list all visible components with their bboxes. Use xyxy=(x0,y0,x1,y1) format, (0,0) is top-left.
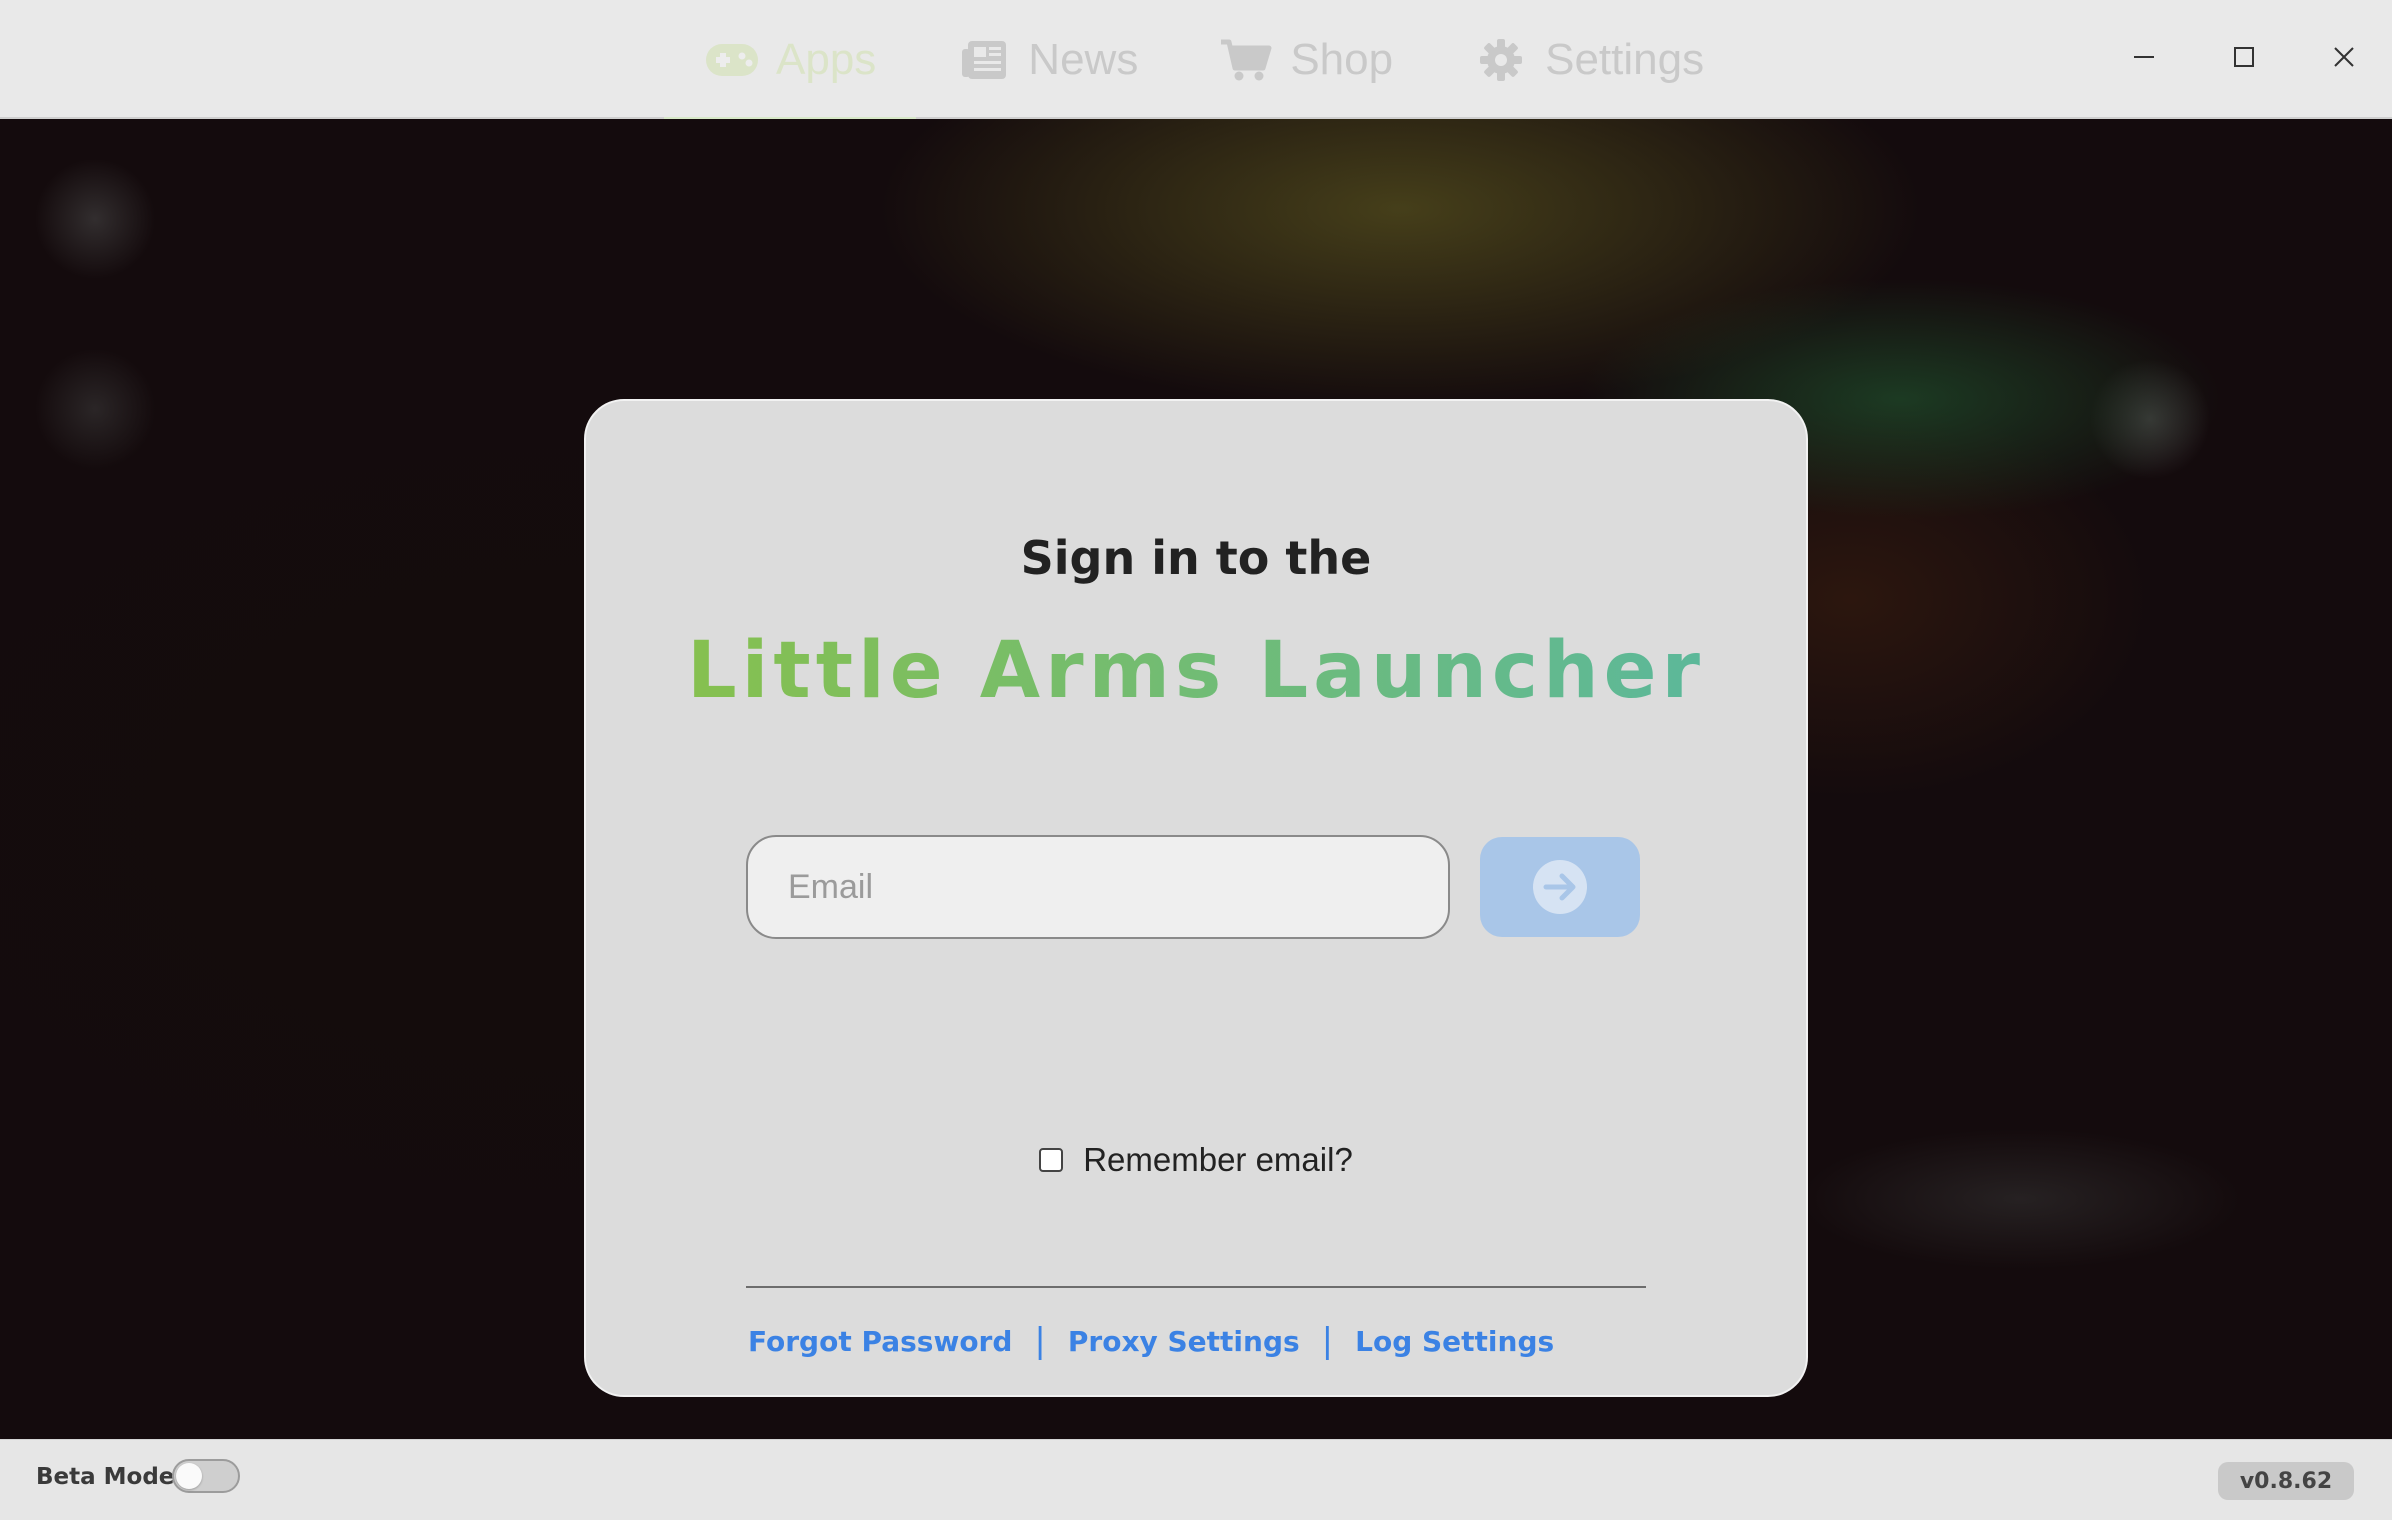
beta-mode-label: Beta Mode xyxy=(36,1464,175,1490)
newspaper-icon xyxy=(956,38,1012,82)
toggle-knob xyxy=(176,1463,202,1489)
login-subtitle: Sign in to the xyxy=(1020,531,1372,585)
tab-shop-label: Shop xyxy=(1290,34,1394,84)
tab-news[interactable]: News xyxy=(916,0,1178,119)
minimize-button[interactable] xyxy=(2114,27,2174,87)
beta-mode-toggle[interactable] xyxy=(172,1459,240,1493)
proxy-settings-link[interactable]: Proxy Settings xyxy=(1068,1325,1300,1358)
email-input[interactable] xyxy=(746,835,1450,939)
remember-email-row: Remember email? xyxy=(586,1141,1806,1179)
top-bar: Apps News Shop Settings xyxy=(0,0,2392,121)
tab-apps[interactable]: Apps xyxy=(664,0,917,121)
tab-settings[interactable]: Settings xyxy=(1433,0,1744,119)
forgot-password-link[interactable]: Forgot Password xyxy=(748,1325,1012,1358)
remember-email-label[interactable]: Remember email? xyxy=(1083,1141,1353,1179)
blurred-background: Sign in to the Little Arms Launcher Reme… xyxy=(0,119,2392,1439)
minimize-icon xyxy=(2134,56,2154,58)
maximize-icon xyxy=(2234,47,2254,67)
tab-apps-label: Apps xyxy=(776,34,877,84)
status-bar: Beta Mode v0.8.62 xyxy=(0,1439,2392,1520)
log-settings-link[interactable]: Log Settings xyxy=(1355,1325,1554,1358)
tab-settings-label: Settings xyxy=(1545,34,1705,84)
link-separator: | xyxy=(1034,1321,1046,1361)
gamepad-icon xyxy=(704,38,760,82)
arrow-right-icon xyxy=(1533,860,1587,914)
tab-shop[interactable]: Shop xyxy=(1178,0,1433,119)
app-title-text: Little Arms Launcher xyxy=(686,626,1706,716)
maximize-button[interactable] xyxy=(2214,27,2274,87)
main-nav: Apps News Shop Settings xyxy=(664,0,1744,121)
submit-button[interactable] xyxy=(1480,837,1640,937)
login-card: Sign in to the Little Arms Launcher Reme… xyxy=(584,399,1808,1397)
version-badge: v0.8.62 xyxy=(2218,1462,2354,1500)
shopping-cart-icon xyxy=(1218,38,1274,82)
app-title: Little Arms Launcher xyxy=(586,626,1806,716)
close-button[interactable] xyxy=(2314,27,2374,87)
gear-icon xyxy=(1473,38,1529,82)
remember-email-checkbox[interactable] xyxy=(1039,1148,1064,1172)
divider xyxy=(746,1286,1646,1288)
close-icon xyxy=(2334,47,2354,67)
tab-news-label: News xyxy=(1028,34,1139,84)
footer-links: Forgot Password | Proxy Settings | Log S… xyxy=(748,1321,1554,1361)
link-separator: | xyxy=(1321,1321,1334,1361)
